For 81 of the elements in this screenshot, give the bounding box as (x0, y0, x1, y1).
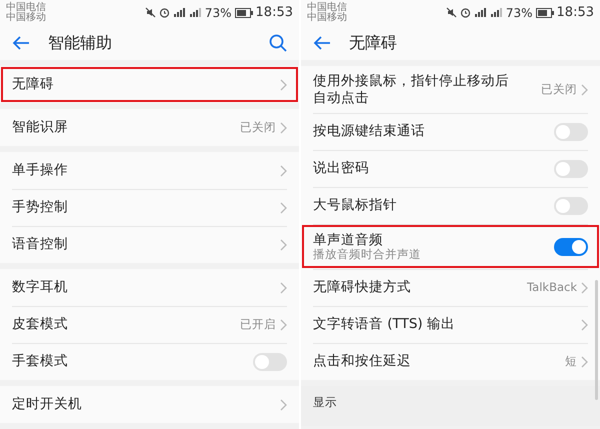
chevron-icon (280, 164, 287, 176)
search-button[interactable] (269, 34, 287, 52)
row-label: 语音控制 (12, 236, 68, 253)
settings-row[interactable]: 定时开关机 (0, 386, 299, 423)
row-label: 按电源键结束通话 (313, 123, 425, 140)
settings-row[interactable]: 无障碍快捷方式 TalkBack (301, 269, 600, 306)
row-label: 定时开关机 (12, 396, 82, 413)
page-title: 智能辅助 (48, 32, 112, 54)
carrier-name: 中国移动 (6, 12, 46, 22)
mute-icon (144, 7, 156, 18)
settings-row[interactable]: 皮套模式 已开启 (0, 306, 299, 343)
settings-row[interactable]: 说出密码 (301, 150, 600, 187)
settings-row[interactable]: 手套模式 (0, 343, 299, 380)
chevron-icon (280, 202, 287, 214)
toggle-switch[interactable] (253, 352, 287, 370)
settings-row[interactable]: 语音控制 (0, 226, 299, 263)
signal-icon (172, 7, 186, 18)
scrollbar[interactable] (595, 280, 598, 400)
signal-icon (474, 7, 487, 18)
settings-row[interactable]: 按电源键结束通话 (301, 113, 600, 150)
chevron-icon (581, 84, 588, 96)
clock: 18:53 (556, 4, 594, 22)
chevron-icon (280, 282, 287, 294)
row-value: 已开启 (240, 316, 276, 333)
chevron-icon (581, 318, 588, 330)
carrier-name: 中国电信 (6, 2, 46, 12)
row-label: 单手操作 (12, 162, 68, 179)
chevron-icon (581, 282, 588, 294)
row-value: 已关闭 (240, 118, 276, 136)
settings-row[interactable]: 点击和按住延迟 短 (301, 343, 600, 380)
chevron-icon (581, 356, 588, 368)
chevron-icon (280, 398, 287, 410)
settings-row[interactable]: 数字耳机 (0, 269, 299, 306)
row-value: 短 (565, 352, 577, 370)
row-label: 无障碍快捷方式 (313, 279, 411, 296)
settings-row[interactable]: 手势控制 (0, 189, 299, 226)
settings-row[interactable]: 无障碍 (0, 66, 299, 103)
toggle-switch[interactable] (554, 196, 588, 214)
row-label: 文字转语音 (TTS) 输出 (313, 316, 455, 333)
row-label: 无障碍 (12, 76, 54, 93)
page-title: 无障碍 (349, 32, 397, 54)
carrier-name: 中国移动 (307, 12, 347, 22)
alarm-icon (460, 7, 471, 18)
battery-level: 73% (506, 4, 533, 22)
carrier-name: 中国电信 (307, 2, 347, 12)
battery-level: 73% (204, 4, 232, 22)
settings-row[interactable]: 单手操作 (0, 152, 299, 189)
row-label: 单声道音频 (313, 232, 384, 248)
row-label: 手套模式 (12, 353, 68, 370)
row-label: 说出密码 (313, 160, 369, 177)
settings-row[interactable]: 大号鼠标指针 (301, 187, 600, 224)
chevron-icon (280, 318, 287, 330)
battery-icon (536, 8, 554, 18)
toggle-switch[interactable] (554, 122, 588, 140)
row-value: 已关闭 (541, 80, 577, 98)
row-label: 点击和按住延迟 (313, 353, 411, 370)
row-subtitle: 播放音频时合并声道 (313, 248, 421, 262)
toggle-switch[interactable] (554, 160, 588, 178)
row-value: TalkBack (527, 278, 577, 296)
signal-icon (490, 7, 503, 18)
toggle-switch[interactable] (554, 238, 588, 256)
settings-row[interactable]: 使用外接鼠标，指针停止移动后自动点击 已关闭 (301, 66, 600, 113)
row-label: 手势控制 (12, 199, 68, 216)
row-label: 皮套模式 (12, 316, 68, 333)
row-label: 智能识屏 (12, 119, 68, 136)
row-label: 数字耳机 (12, 279, 68, 296)
back-button[interactable] (313, 36, 331, 50)
signal-icon (188, 7, 202, 18)
battery-icon (234, 8, 253, 18)
settings-row[interactable]: 单声道音频 播放音频时合并声道 (301, 224, 600, 269)
chevron-icon (280, 122, 287, 134)
settings-row[interactable]: 智能识屏 已关闭 (0, 109, 299, 146)
chevron-icon (280, 238, 287, 250)
row-label: 大号鼠标指针 (313, 197, 397, 214)
clock: 18:53 (256, 4, 293, 22)
row-label: 使用外接鼠标，指针停止移动后自动点击 (313, 73, 510, 106)
mute-icon (446, 7, 457, 18)
settings-row[interactable]: 文字转语音 (TTS) 输出 (301, 306, 600, 343)
alarm-icon (158, 7, 170, 18)
back-button[interactable] (12, 36, 30, 50)
chevron-icon (280, 78, 287, 90)
